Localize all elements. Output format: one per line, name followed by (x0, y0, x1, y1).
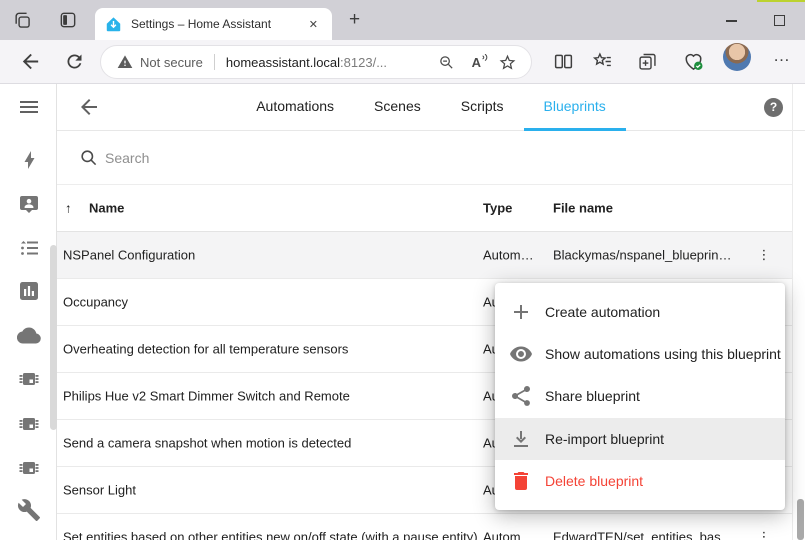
row-file: Blackymas/nspanel_blueprin… (553, 248, 767, 263)
browser-essentials-icon[interactable] (682, 50, 705, 73)
window-minimize-button[interactable] (726, 20, 737, 22)
browser-window: Settings – Home Assistant ✕ + Not secure… (0, 0, 805, 540)
address-divider (214, 54, 215, 70)
wrench-icon[interactable] (17, 498, 41, 522)
delete-trash-icon (509, 469, 533, 493)
home-assistant-favicon (105, 16, 122, 33)
download-icon (509, 427, 533, 451)
plus-icon (509, 300, 533, 324)
tab-actions-icon[interactable] (58, 10, 78, 30)
split-screen-icon[interactable] (553, 51, 574, 72)
chip-icon-3[interactable] (17, 456, 41, 480)
menu-item-label: Share blueprint (545, 388, 640, 404)
eye-icon (509, 342, 533, 366)
history-chart-icon[interactable] (17, 279, 41, 303)
energy-bolt-icon[interactable] (17, 148, 41, 172)
screen-edge-artifact (757, 0, 805, 2)
row-name: Overheating detection for all temperatur… (63, 342, 481, 357)
row-name: Occupancy (63, 295, 481, 310)
menu-item-label: Show automations using this blueprint (545, 346, 781, 362)
url-host: homeassistant.local (226, 55, 340, 70)
browser-tab[interactable]: Settings – Home Assistant ✕ (95, 8, 332, 40)
menu-item-label: Re-import blueprint (545, 431, 664, 447)
favorite-star-icon[interactable] (498, 53, 517, 72)
collections-icon[interactable] (637, 51, 658, 72)
row-name: Set entities based on other entities new… (63, 530, 481, 540)
cloud-icon[interactable] (17, 323, 41, 347)
person-badge-icon[interactable] (17, 192, 41, 216)
tab-scripts[interactable]: Scripts (441, 84, 524, 131)
tab-title: Settings – Home Assistant (131, 17, 305, 31)
menu-hamburger-icon[interactable] (17, 95, 41, 119)
chip-icon-2[interactable] (17, 412, 41, 436)
row-file: EdwardTEN/set_entities_bas… (553, 530, 767, 540)
zoom-out-icon[interactable] (438, 54, 455, 71)
sort-ascending-icon[interactable]: ↑ (65, 201, 85, 216)
ha-header: Automations Scenes Scripts Blueprints ? (57, 84, 805, 131)
url-path: :8123/... (340, 55, 387, 70)
url-text: homeassistant.local:8123/... (226, 55, 387, 70)
row-name: NSPanel Configuration (63, 248, 481, 263)
not-secure-warning-icon (117, 54, 133, 70)
chip-icon-1[interactable] (17, 367, 41, 391)
menu-item-delete-blueprint[interactable]: Delete blueprint (495, 460, 785, 502)
tab-blueprints[interactable]: Blueprints (524, 84, 626, 131)
tab-automations[interactable]: Automations (236, 84, 354, 131)
read-aloud-icon[interactable]: A (472, 55, 481, 70)
row-name: Philips Hue v2 Smart Dimmer Switch and R… (63, 389, 481, 404)
menu-item-share-blueprint[interactable]: Share blueprint (495, 375, 785, 417)
sidebar-scrollbar-thumb[interactable] (50, 245, 57, 430)
menu-item-show-automations[interactable]: Show automations using this blueprint (495, 333, 785, 375)
browser-toolbar: Not secure homeassistant.local:8123/... … (0, 40, 805, 84)
row-context-menu: Create automation Show automations using… (495, 283, 785, 510)
menu-item-label: Create automation (545, 304, 660, 320)
row-type: Autom… (483, 530, 547, 540)
favorites-hub-icon[interactable] (592, 51, 613, 72)
address-bar[interactable]: Not secure homeassistant.local:8123/... … (100, 45, 532, 79)
row-name: Sensor Light (63, 483, 481, 498)
window-maximize-button[interactable] (774, 15, 785, 26)
column-header-file[interactable]: File name (553, 201, 767, 216)
refresh-icon[interactable] (64, 51, 85, 72)
table-row[interactable]: NSPanel Configuration Autom… Blackymas/n… (57, 232, 792, 279)
search-row (57, 131, 792, 185)
row-overflow-menu-icon[interactable]: ⋮ (754, 529, 774, 540)
content-edge-divider (792, 84, 793, 540)
search-icon (79, 148, 98, 167)
back-icon[interactable] (19, 50, 42, 73)
menu-item-create-automation[interactable]: Create automation (495, 291, 785, 333)
tab-close-icon[interactable]: ✕ (305, 16, 322, 33)
column-header-name[interactable]: Name (89, 201, 289, 216)
tab-scenes[interactable]: Scenes (354, 84, 441, 131)
help-icon[interactable]: ? (764, 98, 783, 117)
column-header-type[interactable]: Type (483, 201, 547, 216)
table-row[interactable]: Set entities based on other entities new… (57, 514, 792, 540)
row-overflow-menu-icon[interactable]: ⋮ (754, 247, 774, 263)
new-tab-button[interactable]: + (343, 7, 366, 33)
security-label: Not secure (140, 55, 203, 70)
ha-tab-bar: Automations Scenes Scripts Blueprints (57, 84, 805, 131)
list-icon[interactable] (17, 236, 41, 260)
menu-item-reimport-blueprint[interactable]: Re-import blueprint (495, 418, 785, 460)
search-input[interactable] (105, 150, 605, 166)
row-type: Autom… (483, 248, 547, 263)
profile-avatar[interactable] (723, 43, 751, 71)
workspaces-icon[interactable] (12, 10, 32, 30)
row-name: Send a camera snapshot when motion is de… (63, 436, 481, 451)
ha-sidebar (0, 84, 57, 540)
table-header: ↑ Name Type File name (57, 185, 792, 232)
settings-more-icon[interactable]: … (773, 46, 791, 66)
page-scrollbar-thumb[interactable] (797, 499, 804, 540)
menu-item-label: Delete blueprint (545, 473, 643, 489)
share-icon (509, 384, 533, 408)
browser-tab-strip: Settings – Home Assistant ✕ + (0, 0, 805, 40)
